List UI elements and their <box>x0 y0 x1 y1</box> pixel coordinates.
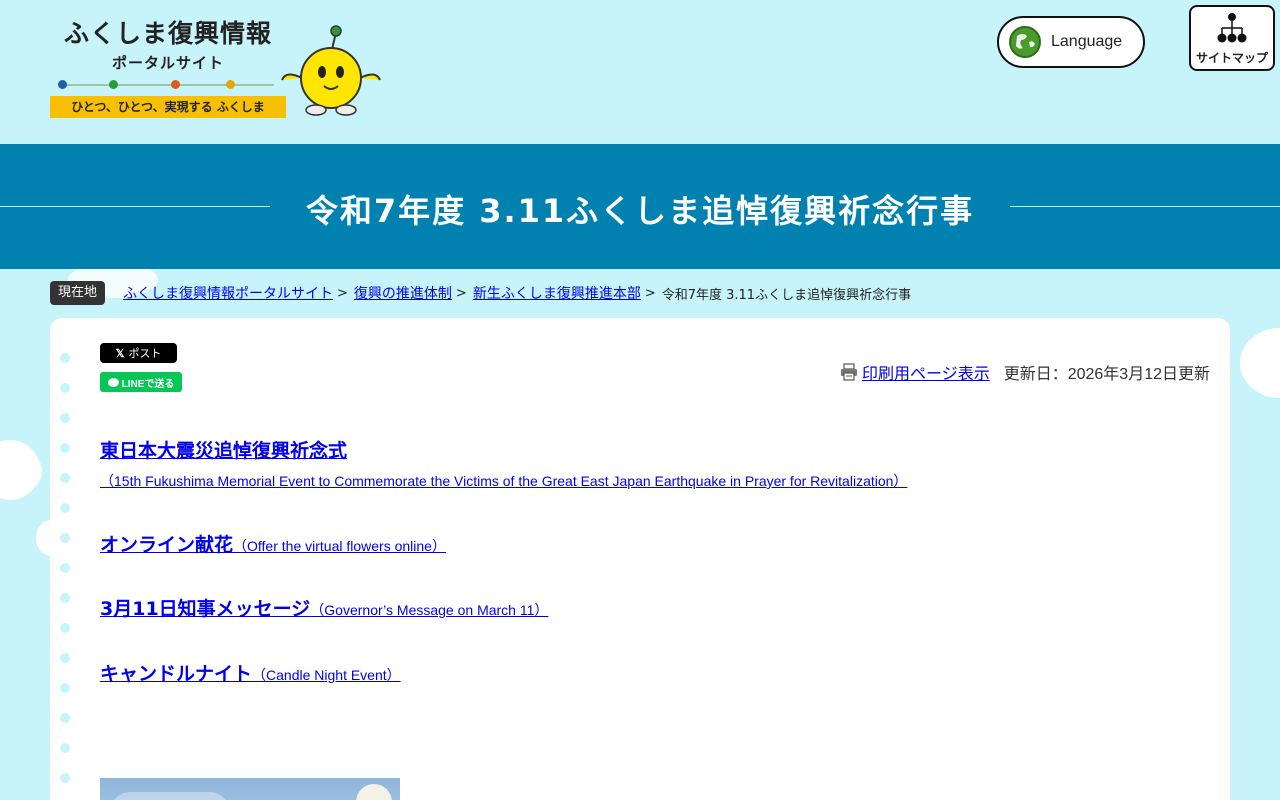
sitemap-label: サイトマップ <box>1195 51 1268 65</box>
link-subtitle: （Candle Night Event） <box>252 667 401 683</box>
event-link-online-flowers[interactable]: オンライン献花（Offer the virtual flowers online… <box>100 530 446 557</box>
card-hole <box>60 623 70 633</box>
line-share-button[interactable]: LINEで送る <box>100 372 182 392</box>
content-card: 𝕏 ポスト LINEで送る 印刷用ページ表示 更新日：2026年3月12日更新 … <box>50 318 1230 800</box>
print-area: 印刷用ページ表示 更新日：2026年3月12日更新 <box>840 360 1210 384</box>
link-title[interactable]: キャンドルナイト（Candle Night Event） <box>100 663 401 685</box>
banner-image-badge <box>356 784 392 800</box>
x-logo-icon: 𝕏 <box>115 347 125 360</box>
logo-title: ふくしま復興情報 <box>63 19 272 48</box>
link-subtitle: （Offer the virtual flowers online） <box>233 538 446 554</box>
language-button[interactable]: Language <box>997 16 1145 68</box>
card-hole <box>60 683 70 693</box>
event-link-memorial-ceremony[interactable]: 東日本大震災追悼復興祈念式 （15th Fukushima Memorial E… <box>100 436 907 491</box>
card-hole <box>60 653 70 663</box>
logo-divider <box>58 84 274 86</box>
site-logo[interactable]: ふくしま復興情報 ポータルサイト ひとつ、ひとつ、実現する ふくしま <box>50 14 290 120</box>
breadcrumb-link-portal[interactable]: ふくしま復興情報ポータルサイト <box>123 283 333 303</box>
line-logo-icon <box>107 377 119 387</box>
breadcrumb-link-headquarters[interactable]: 新生ふくしま復興推進本部 <box>473 283 641 303</box>
link-title[interactable]: 東日本大震災追悼復興祈念式 <box>100 440 347 462</box>
logo-dot <box>226 80 235 89</box>
print-page-link[interactable]: 印刷用ページ表示 <box>862 360 990 384</box>
breadcrumb: 現在地 ふくしま復興情報ポータルサイト > 復興の推進体制 > 新生ふくしま復興… <box>50 281 911 305</box>
logo-dot <box>171 80 180 89</box>
logo-dot <box>109 80 118 89</box>
card-hole <box>60 473 70 483</box>
link-subtitle[interactable]: （15th Fukushima Memorial Event to Commem… <box>100 473 907 489</box>
event-banner-image[interactable] <box>100 778 400 800</box>
card-hole <box>60 383 70 393</box>
card-hole <box>60 593 70 603</box>
language-label: Language <box>1051 33 1123 50</box>
card-hole <box>60 533 70 543</box>
card-hole <box>60 443 70 453</box>
card-hole <box>60 773 70 783</box>
card-hole <box>60 413 70 423</box>
site-header: ふくしま復興情報 ポータルサイト ひとつ、ひとつ、実現する ふくしま Langu… <box>0 0 1280 144</box>
card-hole <box>60 743 70 753</box>
logo-subtitle: ポータルサイト <box>111 54 224 72</box>
breadcrumb-separator: > <box>337 285 348 301</box>
x-post-button[interactable]: 𝕏 ポスト <box>100 343 177 363</box>
page-banner: 令和7年度 3.11ふくしま追悼復興祈念行事 <box>0 144 1280 269</box>
link-title[interactable]: オンライン献花（Offer the virtual flowers online… <box>100 534 446 556</box>
event-link-candle-night[interactable]: キャンドルナイト（Candle Night Event） <box>100 659 401 686</box>
background-cloud <box>1240 328 1280 398</box>
x-post-label: ポスト <box>128 348 162 360</box>
updated-date: 更新日：2026年3月12日更新 <box>1003 366 1210 383</box>
link-subtitle: （Governor’s Message on March 11） <box>310 602 549 618</box>
printer-icon <box>841 363 858 381</box>
current-location-badge: 現在地 <box>50 281 106 305</box>
card-hole <box>60 713 70 723</box>
breadcrumb-current: 令和7年度 3.11ふくしま追悼復興祈念行事 <box>661 287 912 303</box>
breadcrumb-link-promotion[interactable]: 復興の推進体制 <box>354 283 452 303</box>
sitemap-icon <box>1217 13 1247 43</box>
page-title: 令和7年度 3.11ふくしま追悼復興祈念行事 <box>305 192 975 230</box>
globe-icon <box>1009 26 1041 58</box>
banner-image-shape <box>110 792 230 800</box>
logo-dot <box>58 80 67 89</box>
background-cloud <box>0 450 42 492</box>
logo-tagline: ひとつ、ひとつ、実現する ふくしま <box>50 96 286 118</box>
event-link-governor-message[interactable]: 3月11日知事メッセージ（Governor’s Message on March… <box>100 594 548 621</box>
mascot-image <box>281 25 381 116</box>
sitemap-button[interactable]: サイトマップ <box>1189 5 1275 71</box>
line-share-label: LINEで送る <box>121 378 175 390</box>
card-hole <box>60 503 70 513</box>
card-hole <box>60 353 70 363</box>
breadcrumb-separator: > <box>644 285 656 301</box>
link-title[interactable]: 3月11日知事メッセージ（Governor’s Message on March… <box>100 598 548 620</box>
card-hole <box>60 563 70 573</box>
breadcrumb-separator: > <box>455 285 467 301</box>
